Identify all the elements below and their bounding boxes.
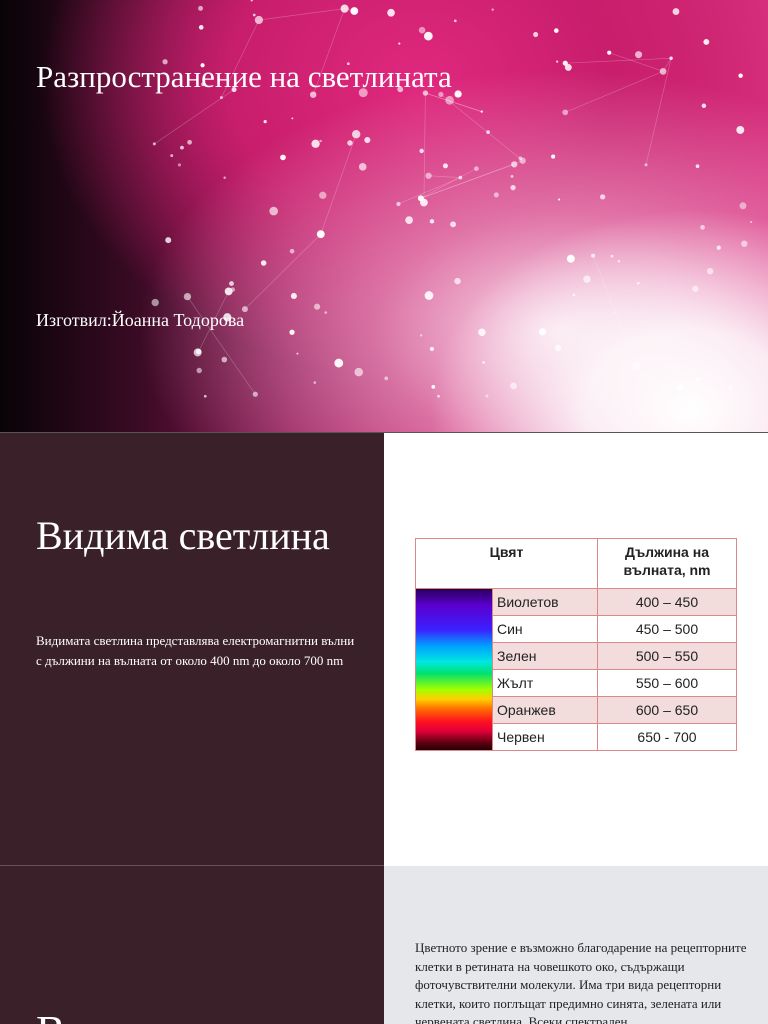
wavelength-cell: 600 – 650 [597,696,737,724]
wavelength-cell: 650 - 700 [597,723,737,751]
spectrum-swatch [415,588,493,751]
color-name-cell: Жълт [492,669,598,697]
header-color: Цвят [415,538,598,589]
presentation-title: Разпространение на светлината [36,59,452,94]
color-vision-slide: В Цветното зрение е възможно благодарени… [0,866,768,1024]
dark-panel: Видима светлина Видимата светлина предст… [0,433,384,865]
slide-title: В [36,1006,65,1024]
dark-panel: В [0,866,384,1024]
wavelength-cell: 550 – 600 [597,669,737,697]
slide-title: Видима светлина [36,513,330,558]
color-name-cell: Червен [492,723,598,751]
slide-body-text: Цветното зрение е възможно благодарение … [415,940,747,1024]
wavelength-cell: 500 – 550 [597,642,737,670]
color-name-cell: Оранжев [492,696,598,724]
color-name-cell: Виолетов [492,588,598,616]
table-row: Виолетов 400 – 450 [415,588,737,751]
color-name-cell: Син [492,615,598,643]
slide-body-text: Видимата светлина представлява електрома… [36,633,355,668]
wavelength-cell: 450 – 500 [597,615,737,643]
wavelength-cell: 400 – 450 [597,588,737,616]
title-slide: Разпространение на светлината Изготвил:Й… [0,0,768,432]
header-wavelength: Дължина на вълната, nm [597,538,737,589]
visible-light-slide: Видима светлина Видимата светлина предст… [0,433,768,865]
wavelength-table: Цвят Дължина на вълната, nm Виолетов 400 … [415,538,737,751]
author-line: Изготвил:Йоанна Тодорова [36,310,245,330]
color-name-cell: Зелен [492,642,598,670]
